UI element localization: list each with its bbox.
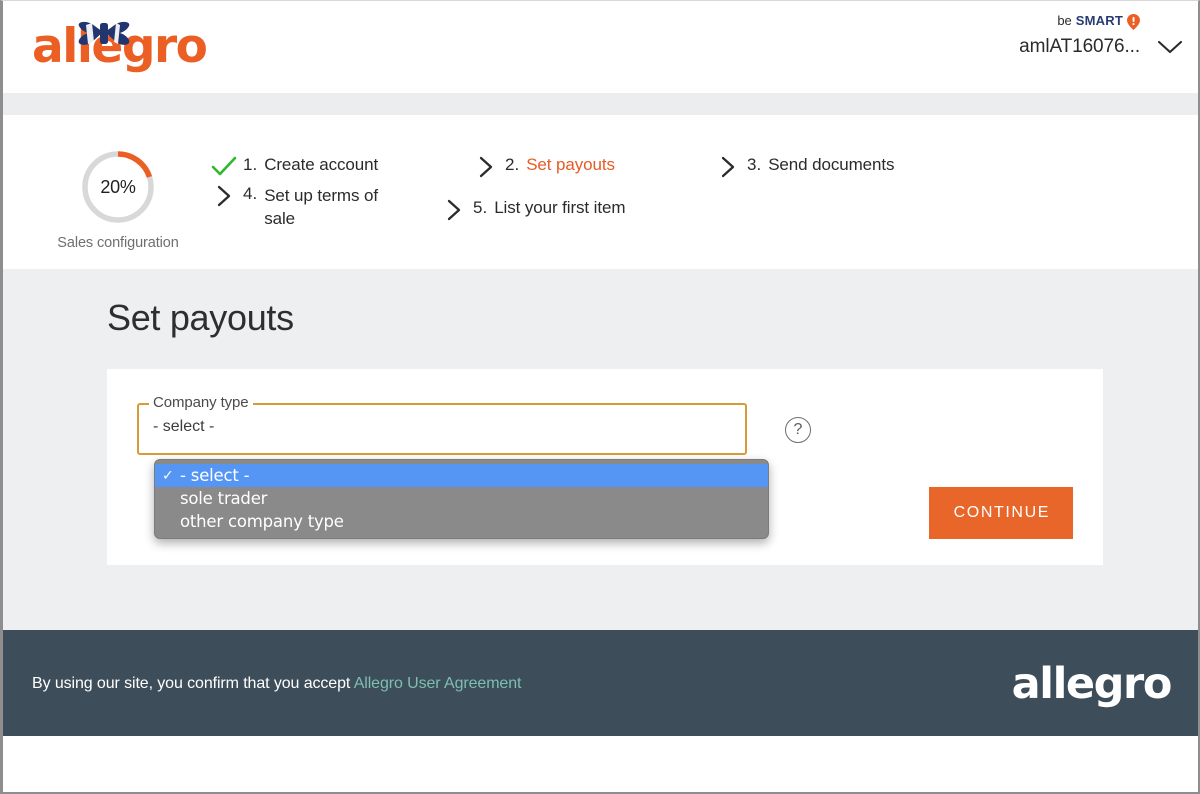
- dropdown-option-label: other company type: [180, 512, 344, 531]
- company-type-field-row: Company type - select - ? ✓ - select - s…: [137, 403, 747, 455]
- progress-ring: 20%: [79, 148, 157, 226]
- step-item-send-documents[interactable]: 3. Send documents: [709, 149, 951, 178]
- step-number: 3.: [747, 155, 761, 175]
- dropdown-option-sole-trader[interactable]: sole trader: [155, 487, 768, 510]
- account-name: amlAT16076...: [1019, 36, 1140, 58]
- chevron-down-icon[interactable]: [1156, 38, 1184, 56]
- allegro-bow-logo-icon: [76, 20, 132, 50]
- header-divider-band: [3, 93, 1198, 115]
- step-marker: [205, 184, 243, 207]
- step-marker: [467, 155, 505, 178]
- orange-pin-badge-icon: [1127, 14, 1140, 30]
- company-type-select[interactable]: Company type - select -: [137, 403, 747, 455]
- chevron-right-icon: [477, 156, 495, 178]
- step-number: 5.: [473, 198, 487, 218]
- site-header: allegro be SMART amlAT16076...: [3, 1, 1198, 93]
- chevron-right-icon: [719, 156, 737, 178]
- step-label: Create account: [264, 155, 378, 175]
- step-marker: [709, 155, 747, 178]
- progress-percent: 20%: [79, 148, 157, 226]
- be-smart-badge: be SMART: [934, 13, 1184, 29]
- account-row[interactable]: amlAT16076...: [934, 36, 1184, 58]
- step-marker: [205, 155, 243, 178]
- company-type-label: Company type: [149, 394, 253, 411]
- progress-label: Sales configuration: [33, 235, 203, 251]
- onboarding-stepper: 20% Sales configuration 1. Create accoun…: [3, 115, 1198, 269]
- step-number: 4.: [243, 184, 257, 204]
- step-item-create-account[interactable]: 1. Create account: [205, 149, 467, 178]
- be-smart-word: SMART: [1076, 13, 1123, 29]
- account-menu[interactable]: be SMART amlAT16076...: [934, 13, 1184, 58]
- step-item-set-up-terms-of-sale[interactable]: 4. Set up terms of sale: [205, 178, 435, 230]
- company-type-selected-value: - select -: [153, 418, 214, 436]
- step-item-set-payouts[interactable]: 2. Set payouts: [467, 149, 709, 178]
- dropdown-option-label: - select -: [180, 466, 249, 485]
- footer-allegro-logo: allegro: [1012, 660, 1171, 708]
- step-marker: [435, 198, 473, 221]
- footer-consent-text: By using our site, you confirm that you …: [32, 675, 521, 693]
- page-bottom-strip: [3, 736, 1198, 794]
- step-number: 1.: [243, 155, 257, 175]
- sales-configuration-progress: 20% Sales configuration: [33, 133, 203, 251]
- footer-consent-prefix: By using our site, you confirm that you …: [32, 675, 354, 692]
- green-check-icon: [211, 156, 237, 178]
- step-label: List your first item: [494, 198, 625, 218]
- allegro-logo[interactable]: allegro: [32, 19, 232, 75]
- company-type-dropdown-list[interactable]: ✓ - select - sole trader other company t…: [154, 459, 769, 539]
- question-mark-circle-icon[interactable]: ?: [785, 417, 811, 443]
- step-label: Set payouts: [526, 155, 615, 175]
- site-footer: By using our site, you confirm that you …: [3, 630, 1198, 736]
- step-label: Send documents: [768, 155, 894, 175]
- steps-list: 1. Create account 2. Set payouts: [205, 133, 1168, 230]
- be-smart-prefix: be: [1057, 13, 1071, 29]
- dropdown-option-other-company-type[interactable]: other company type: [155, 510, 768, 533]
- allegro-user-agreement-link[interactable]: Allegro User Agreement: [354, 675, 522, 692]
- browser-viewport: allegro be SMART amlAT16076...: [0, 0, 1200, 794]
- dropdown-option-select[interactable]: ✓ - select -: [155, 464, 768, 487]
- step-item-list-your-first-item[interactable]: 5. List your first item: [435, 192, 735, 221]
- chevron-right-icon: [445, 199, 463, 221]
- chevron-right-icon: [215, 185, 233, 207]
- step-number: 2.: [505, 155, 519, 175]
- selected-check-icon: ✓: [162, 468, 180, 484]
- main-content: Set payouts Company type - select - ? ✓ …: [3, 269, 1198, 630]
- dropdown-option-label: sole trader: [180, 489, 267, 508]
- continue-button[interactable]: CONTINUE: [929, 487, 1073, 539]
- payouts-form-card: Company type - select - ? ✓ - select - s…: [107, 369, 1103, 565]
- page-title: Set payouts: [107, 297, 294, 339]
- step-label: Set up terms of sale: [264, 184, 404, 230]
